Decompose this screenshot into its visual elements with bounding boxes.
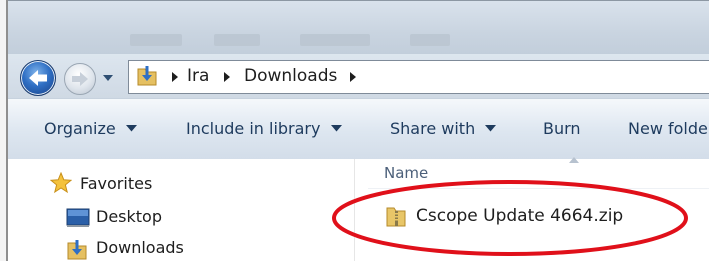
chevron-down-icon <box>485 125 496 132</box>
explorer-window: Ira Downloads Organize Include in librar… <box>0 0 709 261</box>
breadcrumb-downloads[interactable]: Downloads <box>244 66 337 86</box>
nav-favorites[interactable]: Favorites <box>80 174 152 193</box>
organize-button[interactable]: Organize <box>44 119 116 138</box>
column-header-name[interactable]: Name <box>384 164 428 182</box>
blurred-menu-item <box>300 34 370 46</box>
blurred-menu-item <box>410 34 450 46</box>
chevron-down-icon <box>331 125 342 132</box>
file-name[interactable]: Cscope Update 4664.zip <box>416 206 623 226</box>
include-in-library-button[interactable]: Include in library <box>186 119 320 138</box>
new-folder-button[interactable]: New folde <box>628 119 708 138</box>
breadcrumb-ira[interactable]: Ira <box>187 66 209 86</box>
nav-desktop[interactable]: Desktop <box>96 207 162 226</box>
star-icon <box>50 172 72 194</box>
title-bar <box>8 0 709 55</box>
arrow-right-icon <box>72 72 88 86</box>
sort-ascending-icon <box>569 157 579 163</box>
address-bar[interactable] <box>128 60 709 94</box>
desktop-icon <box>66 208 90 227</box>
share-with-button[interactable]: Share with <box>390 119 475 138</box>
blurred-menu-item <box>214 34 260 46</box>
back-button[interactable] <box>20 60 56 96</box>
downloads-folder-icon <box>137 66 157 86</box>
arrow-left-icon <box>29 70 47 86</box>
column-header-divider <box>368 188 709 189</box>
downloads-folder-icon <box>67 240 87 260</box>
zip-folder-icon <box>386 207 406 227</box>
recent-pages-chevron-down-icon[interactable] <box>101 70 115 84</box>
breadcrumb-separator-icon[interactable] <box>348 71 358 83</box>
blurred-menu-item <box>130 34 182 46</box>
breadcrumb-separator-icon[interactable] <box>222 71 232 83</box>
breadcrumb-separator-icon[interactable] <box>170 71 180 83</box>
burn-button[interactable]: Burn <box>543 119 581 138</box>
chevron-down-icon <box>126 125 137 132</box>
forward-button[interactable] <box>64 63 96 95</box>
nav-downloads[interactable]: Downloads <box>96 238 184 257</box>
